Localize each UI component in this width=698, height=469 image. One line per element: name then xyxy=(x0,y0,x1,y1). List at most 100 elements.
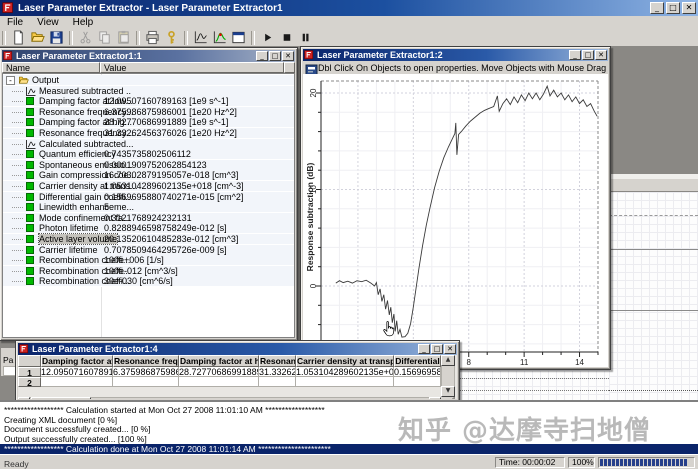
tree-row[interactable]: Damping factor at hig...28.7277068699188… xyxy=(3,117,294,128)
column-header-value[interactable]: Value xyxy=(100,62,284,73)
tree-row[interactable]: Mode confinement fa...0.3121768924232131 xyxy=(3,213,294,224)
grid-column-header[interactable]: Damping factor at higher xyxy=(179,355,259,367)
main-titlebar[interactable]: Laser Parameter Extractor - Laser Parame… xyxy=(0,0,698,16)
table-window[interactable]: Laser Parameter Extractor1:4 _ □ ✕ Dampi… xyxy=(15,340,460,400)
grid-row-header[interactable]: 2 xyxy=(18,377,41,387)
chart-window-titlebar[interactable]: Laser Parameter Extractor1:2 _ □ ✕ xyxy=(303,49,608,61)
table-close-button[interactable]: ✕ xyxy=(444,344,456,354)
new-file-button[interactable] xyxy=(9,30,28,46)
print-button[interactable] xyxy=(143,30,162,46)
key-help-button[interactable] xyxy=(162,30,181,46)
copy-button[interactable] xyxy=(95,30,114,46)
tree-window-titlebar[interactable]: Laser Parameter Extractor1:1 _ □ ✕ xyxy=(2,50,295,62)
grid-cell[interactable] xyxy=(394,377,441,387)
resize-grip[interactable] xyxy=(441,397,455,399)
scroll-up-button[interactable]: ▲ xyxy=(441,355,455,366)
tree-row[interactable]: Recombination coeffi...100e-012 [cm^3/s] xyxy=(3,266,294,277)
open-folder-button[interactable] xyxy=(28,30,47,46)
grid-column-header[interactable]: Resonance frequenc xyxy=(113,355,179,367)
table-window-titlebar[interactable]: Laser Parameter Extractor1:4 _ □ ✕ xyxy=(18,343,457,355)
chart-window[interactable]: Laser Parameter Extractor1:2 _ □ ✕ Dbl C… xyxy=(300,46,611,370)
tree-row[interactable]: Carrier lifetime0.7078509464295726e-009 … xyxy=(3,245,294,256)
grid-corner[interactable] xyxy=(18,355,41,367)
tree-expander[interactable]: - xyxy=(6,76,15,85)
menu-help[interactable]: Help xyxy=(66,17,101,28)
tree-close-button[interactable]: ✕ xyxy=(282,51,294,61)
menu-view[interactable]: View xyxy=(30,17,66,28)
menu-file[interactable]: File xyxy=(0,17,30,28)
grid-cell[interactable]: 6.375986875986001 xyxy=(113,367,179,377)
scroll-left-button[interactable]: ◄ xyxy=(18,397,30,399)
chart-maximize-button[interactable]: □ xyxy=(582,50,594,60)
tree-row[interactable]: Active layer volume20.13520610485283e-01… xyxy=(3,234,294,245)
tree-row[interactable]: Quantum efficiency0.7435735802506112 xyxy=(3,149,294,160)
background-chart-window-fragment-bottom[interactable] xyxy=(452,370,609,400)
tree-row[interactable]: Spontaneous emissio...0.0001909752062854… xyxy=(3,160,294,171)
tree-row[interactable]: Damping factor at low...12.0950716078916… xyxy=(3,96,294,107)
tree-row[interactable]: Carrier density at trans...1.05310428960… xyxy=(3,181,294,192)
tree-item-name: Linewidth enhanceme... xyxy=(39,202,134,212)
svg-text:Response subtraction (dB): Response subtraction (dB) xyxy=(305,163,315,272)
parameter-icon xyxy=(26,97,34,105)
tree-row[interactable]: Resonance frequency...6.375986875986001 … xyxy=(3,107,294,118)
chart-minimize-button[interactable]: _ xyxy=(569,50,581,60)
progress-segment xyxy=(624,459,627,466)
chart-plot-area[interactable]: 258111401020Response subtraction (dB)Mod… xyxy=(303,74,608,367)
tree-row[interactable]: Linewidth enhanceme...5 xyxy=(3,202,294,213)
tree-item-value: 5 xyxy=(104,202,109,212)
minimize-button[interactable]: _ xyxy=(650,2,664,14)
tree-maximize-button[interactable]: □ xyxy=(269,51,281,61)
chart-plot-button[interactable] xyxy=(191,30,210,46)
grid-cell[interactable] xyxy=(179,377,259,387)
grid-cell[interactable]: 28.72770686991889 xyxy=(179,367,259,377)
tree-row-output[interactable]: -Output xyxy=(3,75,294,86)
tree-item-value: 31.33262456376026 [1e20 Hz^2] xyxy=(104,128,237,138)
grid-column-header[interactable]: Resonance xyxy=(259,355,296,367)
table-maximize-button[interactable]: □ xyxy=(431,344,443,354)
grid-cell[interactable] xyxy=(259,377,296,387)
main-window-title: Laser Parameter Extractor - Laser Parame… xyxy=(18,3,283,14)
background-chart-window-fragment-right[interactable] xyxy=(609,174,698,400)
chart-green-button[interactable] xyxy=(210,30,229,46)
tree-row[interactable]: Gain compression coe...16.70302879195057… xyxy=(3,170,294,181)
scroll-thumb[interactable] xyxy=(31,397,91,399)
bg-window-plot xyxy=(609,192,698,400)
close-button[interactable]: ✕ xyxy=(682,2,696,14)
grid-column-header[interactable]: Damping factor at lowe xyxy=(41,355,113,367)
tree-row[interactable]: Differential gain coeffi...0.15696958807… xyxy=(3,192,294,203)
table-minimize-button[interactable]: _ xyxy=(418,344,430,354)
column-header-name[interactable]: Name xyxy=(2,62,100,73)
tree-window[interactable]: Laser Parameter Extractor1:1 _ □ ✕ Name … xyxy=(0,47,298,341)
grid-cell[interactable] xyxy=(113,377,179,387)
tree-row[interactable]: Recombination coeffi...100e+006 [1/s] xyxy=(3,255,294,266)
stop-button[interactable] xyxy=(277,30,296,46)
grid-cell[interactable]: 12.09507160789163 xyxy=(41,367,113,377)
maximize-button[interactable]: □ xyxy=(666,2,680,14)
window-button[interactable] xyxy=(229,30,248,46)
grid-cell[interactable] xyxy=(296,377,394,387)
paste-button[interactable] xyxy=(114,30,133,46)
pause-button[interactable] xyxy=(296,30,315,46)
results-grid: Damping factor at loweResonance frequenc… xyxy=(18,355,457,399)
grid-cell[interactable]: 31.33262456 xyxy=(259,367,296,377)
parameter-icon xyxy=(26,277,34,285)
grid-column-header[interactable]: Differential xyxy=(394,355,441,367)
tree-minimize-button[interactable]: _ xyxy=(256,51,268,61)
scroll-right-button[interactable]: ► xyxy=(429,397,441,399)
tree-row[interactable]: Recombination coeffi...30e-030 [cm^6/s] xyxy=(3,276,294,287)
grid-row-header[interactable]: 1 xyxy=(18,367,41,377)
tree-row[interactable]: Resonance frequency...31.33262456376026 … xyxy=(3,128,294,139)
grid-column-header[interactable]: Carrier density at transparency xyxy=(296,355,394,367)
tree-row[interactable]: Photon lifetime0.8288946598758249e-012 [… xyxy=(3,223,294,234)
grid-cell[interactable] xyxy=(41,377,113,387)
tree-row[interactable]: Measured subtracted .. xyxy=(3,86,294,97)
parameter-tree[interactable]: -OutputMeasured subtracted ..Damping fac… xyxy=(2,73,295,338)
tree-row[interactable]: Calculated subtracted... xyxy=(3,139,294,150)
save-button[interactable] xyxy=(47,30,66,46)
grid-cell[interactable]: 1.053104289602135e+018 xyxy=(296,367,394,377)
scroll-down-button[interactable]: ▼ xyxy=(441,386,455,397)
grid-cell[interactable]: 0.15696958 xyxy=(394,367,441,377)
play-button[interactable] xyxy=(258,30,277,46)
cut-button[interactable] xyxy=(76,30,95,46)
chart-close-button[interactable]: ✕ xyxy=(595,50,607,60)
